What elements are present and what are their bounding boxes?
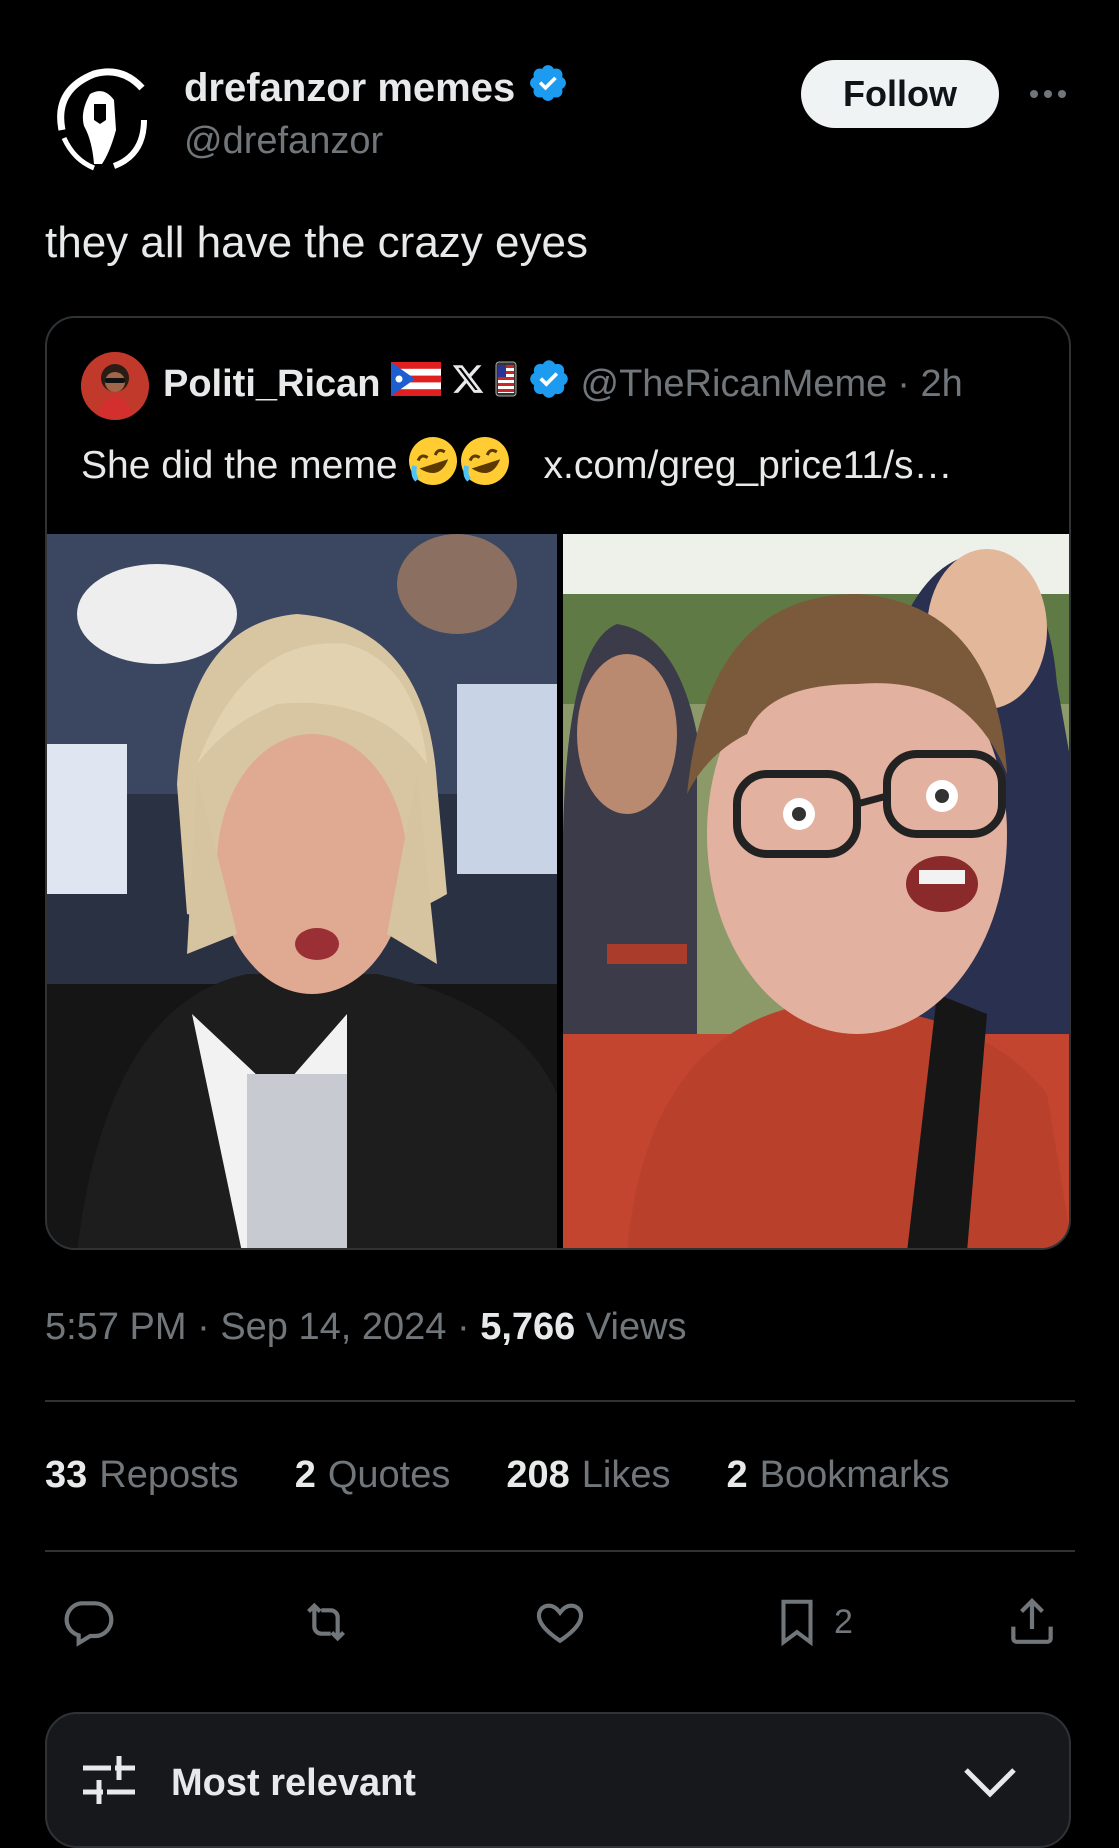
bookmark-icon <box>781 1599 813 1647</box>
follow-button[interactable]: Follow <box>801 60 999 128</box>
x-logo-icon <box>451 362 485 406</box>
author-avatar[interactable] <box>44 60 158 174</box>
quoted-text: She did the meme <box>81 444 398 487</box>
divider <box>45 1400 1075 1402</box>
bookmarks-stat[interactable]: 2 Bookmarks <box>726 1454 949 1497</box>
repost-icon <box>307 1602 345 1642</box>
laughing-emoji-icon <box>406 434 514 498</box>
likes-stat[interactable]: 208 Likes <box>506 1454 670 1497</box>
blonde-woman-talking-photo <box>47 534 557 1248</box>
quoted-verified-badge-icon <box>527 357 571 411</box>
quoted-tweet-text: She did the meme x.com/greg_price11/s… <box>81 434 952 498</box>
woman-with-glasses-yelling-photo <box>563 534 1069 1248</box>
share-button[interactable] <box>1004 1594 1060 1650</box>
more-options-icon[interactable] <box>1024 76 1072 112</box>
heart-icon <box>536 1603 584 1644</box>
filter-sliders-icon <box>81 1752 137 1813</box>
quoted-tweet-card[interactable]: Politi_Rican @TheRicanMeme · 2h She did … <box>45 316 1071 1250</box>
reply-button[interactable] <box>60 1594 116 1650</box>
quotes-stat[interactable]: 2 Quotes <box>295 1454 451 1497</box>
author-display-name[interactable]: drefanzor memes <box>184 66 515 111</box>
author-handle[interactable]: @drefanzor <box>184 120 383 163</box>
share-icon <box>1011 1598 1053 1644</box>
tweet-meta: 5:57 PM · Sep 14, 2024 · 5,766 Views <box>45 1306 687 1349</box>
author-name-row[interactable]: drefanzor memes <box>184 62 569 114</box>
tweet-text: they all have the crazy eyes <box>45 218 588 267</box>
divider <box>45 1550 1075 1552</box>
reposts-stat[interactable]: 33 Reposts <box>45 1454 239 1497</box>
meta-separator: · <box>456 1306 470 1348</box>
quoted-header: Politi_Rican @TheRicanMeme · 2h <box>163 358 963 410</box>
tweet-time[interactable]: 5:57 PM <box>45 1306 187 1348</box>
reply-icon <box>64 1601 114 1647</box>
quoted-media[interactable] <box>47 534 1069 1248</box>
avatar-image <box>57 68 147 171</box>
quoted-avatar-image <box>81 352 149 420</box>
views-label[interactable]: Views <box>586 1306 687 1348</box>
chevron-down-icon[interactable] <box>961 1758 1019 1811</box>
like-button[interactable] <box>531 1594 589 1650</box>
bookmark-count: 2 <box>834 1602 853 1641</box>
quoted-timestamp[interactable]: · 2h <box>897 363 962 406</box>
tweet-date[interactable]: Sep 14, 2024 <box>220 1306 446 1348</box>
reply-sort-selector[interactable]: Most relevant <box>45 1712 1071 1848</box>
quoted-link[interactable]: x.com/greg_price11/s… <box>544 444 953 488</box>
verified-badge-icon <box>527 62 569 114</box>
repost-button[interactable] <box>296 1594 356 1650</box>
sort-label[interactable]: Most relevant <box>171 1762 416 1805</box>
media-images <box>47 534 1069 1248</box>
engagement-stats: 33 Reposts 2 Quotes 208 Likes 2 Bookmarks <box>45 1454 950 1497</box>
puerto-rico-flag-icon <box>390 362 441 406</box>
quoted-author-avatar[interactable] <box>81 352 149 420</box>
quoted-handle[interactable]: @TheRicanMeme <box>581 363 888 406</box>
quoted-display-name[interactable]: Politi_Rican <box>163 363 381 406</box>
us-flag-phone-icon <box>495 361 517 407</box>
views-count[interactable]: 5,766 <box>480 1306 575 1348</box>
bookmark-button[interactable]: 2 <box>770 1594 853 1650</box>
meta-separator: · <box>197 1306 210 1348</box>
